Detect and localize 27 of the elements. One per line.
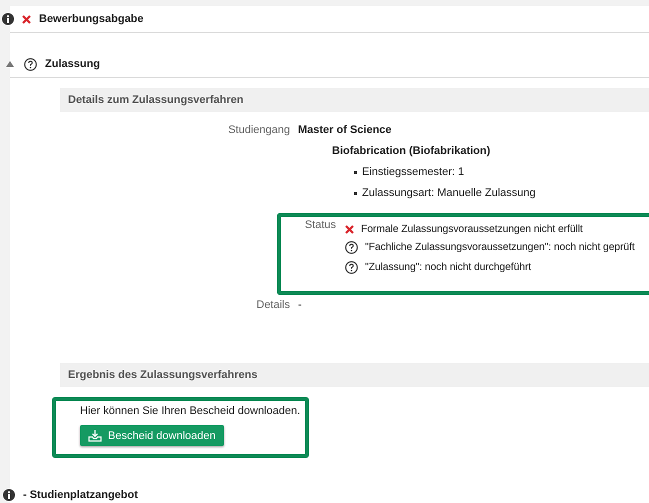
download-hint: Hier können Sie Ihren Bescheid downloaden.: [80, 405, 302, 417]
bullet-icon: [354, 170, 357, 174]
question-icon: [24, 58, 37, 70]
status-text: "Fachliche Zulassungsvoraussetzungen": noch nicht geprüft: [365, 242, 635, 252]
field-label: Studiengang: [227, 124, 290, 138]
download-icon: [88, 429, 102, 442]
field-label: Details: [255, 299, 290, 311]
collapse-arrow-icon[interactable]: [6, 61, 14, 67]
download-button[interactable]: Bescheid downloaden: [80, 425, 224, 446]
status-text: Formale Zulassungsvoraussetzungen nicht erfüllt: [361, 224, 583, 234]
subject-text: Biofabrication (Biofabrikation): [332, 145, 492, 157]
status-text: "Zulassung": noch nicht durchgeführt: [365, 262, 532, 272]
bullet-icon: [354, 192, 357, 194]
bullet-text: Einstiegssemester: 1: [362, 166, 464, 178]
bullet-text: Zulassungsart: Manuelle Zulassung: [362, 187, 536, 199]
question-icon: [345, 260, 358, 274]
section-title[interactable]: - Studienplatzangebot: [23, 489, 138, 501]
question-icon: [345, 240, 358, 254]
section-title[interactable]: Zulassung: [45, 58, 100, 70]
degree-text: Master of Science: [298, 124, 393, 136]
field-value: -: [298, 299, 303, 311]
section-heading: Details zum Zulassungsverfahren: [60, 88, 649, 112]
field-label: Status: [304, 219, 336, 233]
section-heading: Ergebnis des Zulassungsverfahrens: [60, 363, 649, 387]
cross-icon: [345, 224, 354, 234]
section-title[interactable]: Bewerbungsabgabe: [39, 13, 144, 25]
cross-icon: [22, 14, 31, 24]
